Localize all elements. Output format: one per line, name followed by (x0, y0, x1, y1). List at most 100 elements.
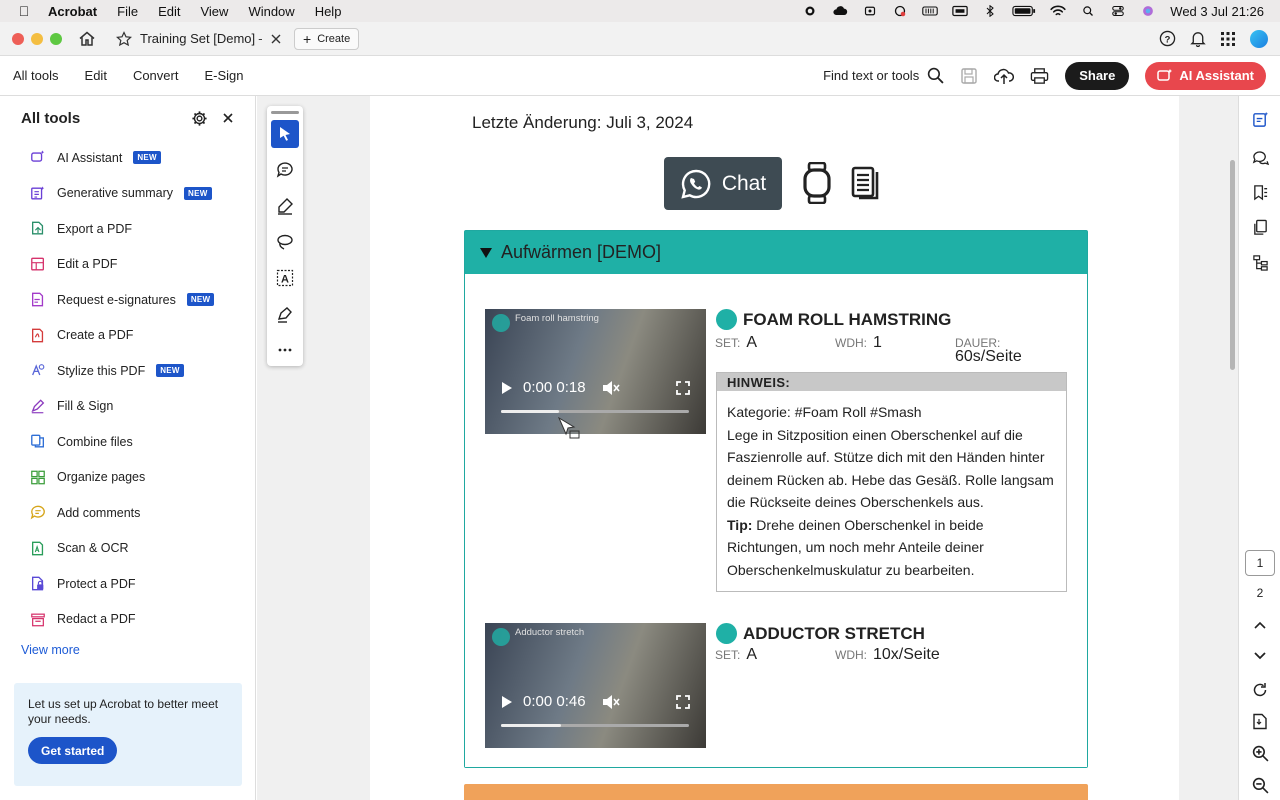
section-header[interactable]: Aufwärmen [DEMO] (465, 231, 1087, 274)
rotate-icon[interactable] (1251, 681, 1269, 699)
sidebar-item-label: Edit a PDF (57, 257, 118, 272)
menu-file[interactable]: File (107, 4, 148, 19)
find-text-button[interactable]: Find text or tools (823, 67, 944, 84)
mute-icon[interactable] (602, 694, 620, 710)
sidebar-item-scan-ocr[interactable]: Scan & OCR (0, 531, 255, 567)
close-window-button[interactable] (12, 32, 24, 45)
get-started-button[interactable]: Get started (28, 737, 118, 764)
page-number-current[interactable]: 1 (1245, 550, 1275, 576)
sidebar-item-create-a-pdf[interactable]: Create a PDF (0, 318, 255, 354)
apple-menu-icon[interactable]:  (0, 3, 48, 19)
close-panel-icon[interactable] (222, 112, 234, 124)
bookmarks-icon[interactable] (1251, 183, 1269, 201)
wifi-icon[interactable] (1050, 5, 1066, 17)
next-section-header[interactable] (464, 784, 1088, 800)
drag-handle[interactable] (271, 111, 299, 114)
more-tools-button[interactable] (271, 336, 299, 364)
zoom-out-icon[interactable] (1251, 776, 1269, 794)
tab-esign[interactable]: E-Sign (191, 56, 256, 96)
sidebar-item-add-comments[interactable]: Add comments (0, 495, 255, 531)
tab-all-tools[interactable]: All tools (0, 56, 72, 96)
comment-tool-button[interactable] (271, 156, 299, 184)
fullscreen-icon[interactable] (676, 380, 690, 395)
sidebar-item-redact-a-pdf[interactable]: Redact a PDF (0, 602, 255, 638)
video-player[interactable]: Foam roll hamstring 0:00 0:18 (485, 309, 706, 434)
sidebar-item-fill-sign[interactable]: Fill & Sign (0, 389, 255, 425)
apps-grid-icon[interactable] (1220, 31, 1236, 47)
play-icon[interactable] (501, 695, 513, 709)
video-player[interactable]: Adductor stretch 0:00 0:46 (485, 623, 706, 748)
sign-tool-button[interactable] (271, 300, 299, 328)
spotlight-search-icon[interactable] (1080, 5, 1096, 17)
text-tool-button[interactable]: A (271, 264, 299, 292)
star-icon[interactable] (116, 30, 132, 47)
document-tab[interactable]: Training Set [Demo] –... (110, 25, 288, 53)
menu-window[interactable]: Window (238, 4, 304, 19)
fullscreen-icon[interactable] (676, 694, 690, 709)
pages-icon[interactable] (1251, 218, 1269, 236)
comments-icon[interactable] (1251, 148, 1269, 166)
ai-assistant-button[interactable]: AI Assistant (1145, 61, 1266, 90)
menu-view[interactable]: View (190, 4, 238, 19)
menu-edit[interactable]: Edit (148, 4, 190, 19)
tab-convert[interactable]: Convert (120, 56, 192, 96)
zoom-in-icon[interactable] (1251, 744, 1269, 762)
app-menu[interactable]: Acrobat (48, 4, 107, 19)
sidebar-item-stylize-this-pdf[interactable]: Stylize this PDF NEW (0, 353, 255, 389)
chevron-up-icon[interactable] (1251, 616, 1269, 634)
mute-icon[interactable] (602, 380, 620, 396)
sidebar-item-protect-a-pdf[interactable]: Protect a PDF (0, 566, 255, 602)
vertical-scrollbar[interactable] (1228, 160, 1236, 380)
sidebar-item-edit-a-pdf[interactable]: Edit a PDF (0, 247, 255, 283)
chevron-down-icon[interactable] (1251, 647, 1269, 665)
scrollbar-thumb[interactable] (1230, 160, 1235, 370)
chat-button[interactable]: Chat (664, 157, 782, 210)
highlight-tool-button[interactable] (271, 192, 299, 220)
cloud-icon[interactable] (832, 5, 848, 17)
sidebar-item-request-e-signatures[interactable]: Request e-signatures NEW (0, 282, 255, 318)
zoom-window-button[interactable] (50, 32, 62, 45)
print-icon[interactable] (1030, 67, 1049, 85)
select-tool-button[interactable] (271, 120, 299, 148)
bell-icon[interactable] (1190, 30, 1206, 47)
minimize-window-button[interactable] (31, 32, 43, 45)
ai-summary-icon[interactable] (1251, 110, 1269, 128)
avatar[interactable] (1250, 29, 1268, 48)
sidebar-item-organize-pages[interactable]: Organize pages (0, 460, 255, 496)
page-fit-icon[interactable] (1251, 712, 1269, 730)
document-icon[interactable] (851, 166, 881, 200)
structure-icon[interactable] (1251, 253, 1269, 271)
share-button[interactable]: Share (1065, 61, 1130, 90)
battery-meter-icon[interactable] (922, 5, 939, 17)
bluetooth-icon[interactable] (982, 5, 998, 17)
siri-icon[interactable] (1140, 5, 1156, 17)
battery-icon[interactable] (1012, 5, 1036, 17)
tab-edit[interactable]: Edit (72, 56, 120, 96)
control-center-icon[interactable] (1110, 5, 1126, 17)
save-icon[interactable] (960, 67, 978, 85)
document-viewport[interactable]: A Letzte Änderung: Juli 3, 2024 Chat Auf… (257, 96, 1238, 800)
video-seek-bar[interactable] (501, 724, 689, 727)
record-icon[interactable] (802, 5, 818, 17)
create-tab-button[interactable]: + Create (294, 27, 360, 50)
cloud-upload-icon[interactable] (994, 67, 1015, 85)
sidebar-item-export-a-pdf[interactable]: Export a PDF (0, 211, 255, 247)
keyboard-icon[interactable] (952, 5, 969, 17)
sidebar-item-ai-assistant[interactable]: AI Assistant NEW (0, 140, 255, 176)
sidebar-item-generative-summary[interactable]: Generative summary NEW (0, 176, 255, 212)
draw-tool-button[interactable] (271, 228, 299, 256)
sidebar-item-combine-files[interactable]: Combine files (0, 424, 255, 460)
view-more-link[interactable]: View more (0, 637, 255, 663)
home-icon[interactable] (72, 30, 102, 48)
gear-icon[interactable] (191, 110, 208, 127)
clock[interactable]: Wed 3 Jul 21:26 (1170, 4, 1264, 19)
sync-icon[interactable] (892, 5, 908, 17)
help-icon[interactable]: ? (1159, 30, 1176, 47)
printer-status-icon[interactable] (862, 5, 878, 17)
menu-help[interactable]: Help (305, 4, 352, 19)
video-seek-bar[interactable] (501, 410, 689, 413)
play-icon[interactable] (501, 381, 513, 395)
watch-icon[interactable] (802, 162, 832, 204)
close-tab-icon[interactable] (270, 33, 282, 45)
page-number-next[interactable]: 2 (1245, 580, 1275, 606)
